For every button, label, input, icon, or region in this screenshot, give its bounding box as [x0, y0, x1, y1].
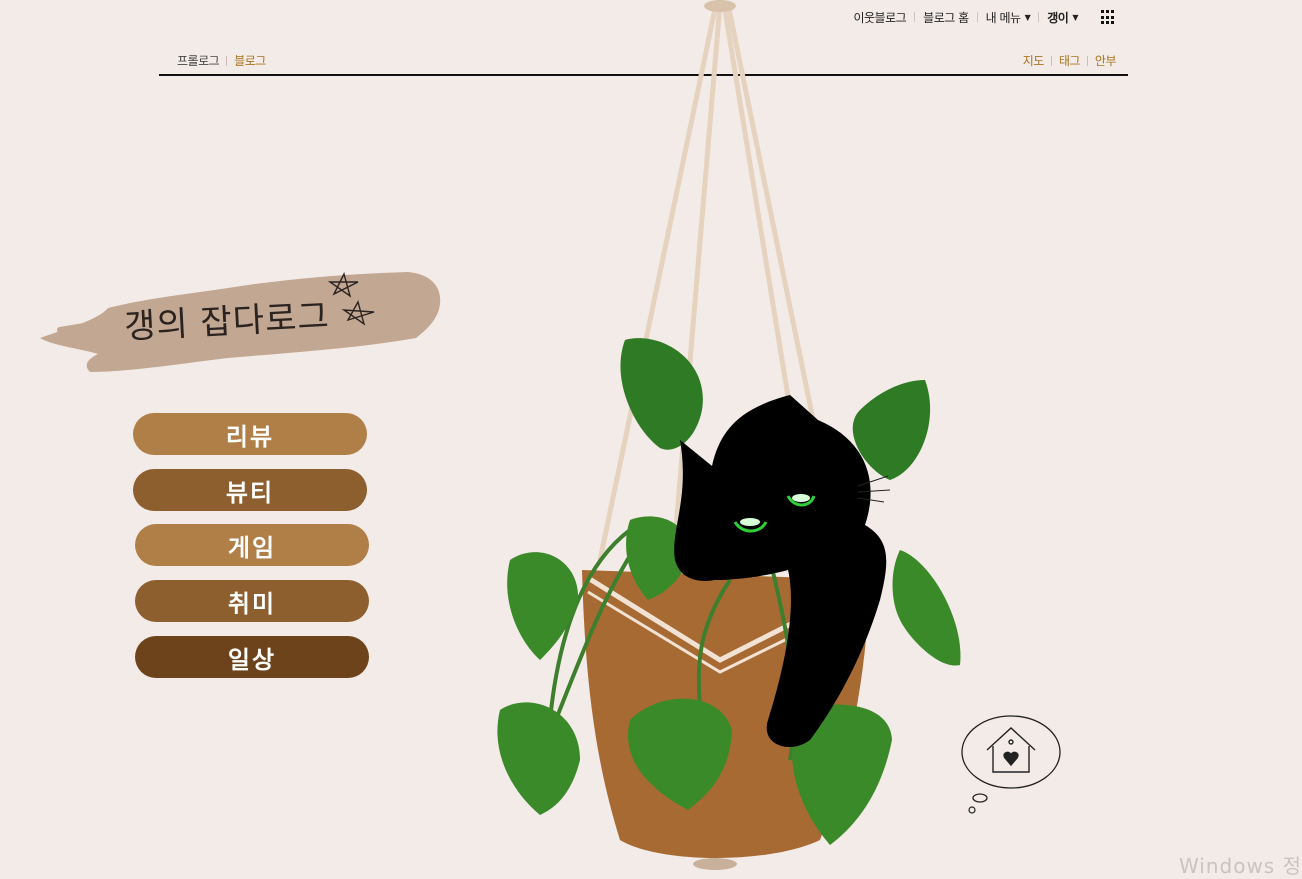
prologue-link[interactable]: 프롤로그 — [177, 52, 220, 69]
user-menu-dropdown[interactable]: 갱이 ▼ — [1039, 9, 1086, 26]
hanging-plant-cat-illustration — [497, 0, 961, 870]
blog-title-banner[interactable]: 갱의 잡다로그 — [38, 268, 448, 380]
divider — [1050, 55, 1052, 66]
house-heart-icon — [986, 727, 1036, 773]
category-label: 취미 — [227, 588, 277, 618]
category-hobby-button[interactable]: 취미 — [135, 580, 369, 622]
caret-down-icon: ▼ — [1024, 12, 1031, 22]
top-menu-left: 프롤로그 블로그 — [177, 52, 266, 69]
category-label: 뷰티 — [225, 477, 275, 507]
category-review-button[interactable]: 리뷰 — [133, 413, 367, 455]
my-menu-label: 내 메뉴 — [985, 10, 1021, 25]
user-name: 갱이 — [1047, 10, 1069, 25]
category-game-button[interactable]: 게임 — [135, 524, 369, 566]
house-thought-bubble — [961, 715, 1061, 814]
category-label: 리뷰 — [225, 421, 275, 451]
category-daily-button[interactable]: 일상 — [135, 636, 369, 678]
guestbook-link[interactable]: 안부 — [1095, 52, 1117, 69]
app-grid-icon[interactable] — [1101, 10, 1116, 25]
category-beauty-button[interactable]: 뷰티 — [133, 469, 367, 511]
caret-down-icon: ▼ — [1072, 12, 1078, 22]
top-menu-right: 지도 태그 안부 — [1023, 52, 1117, 69]
divider — [226, 55, 228, 66]
divider — [1086, 55, 1088, 66]
windows-activation-watermark: Windows 정 — [1178, 854, 1302, 878]
tag-link[interactable]: 태그 — [1059, 52, 1081, 69]
category-label: 게임 — [227, 532, 277, 562]
category-label: 일상 — [227, 644, 277, 674]
map-link[interactable]: 지도 — [1023, 52, 1045, 69]
blog-link[interactable]: 블로그 — [234, 52, 266, 69]
